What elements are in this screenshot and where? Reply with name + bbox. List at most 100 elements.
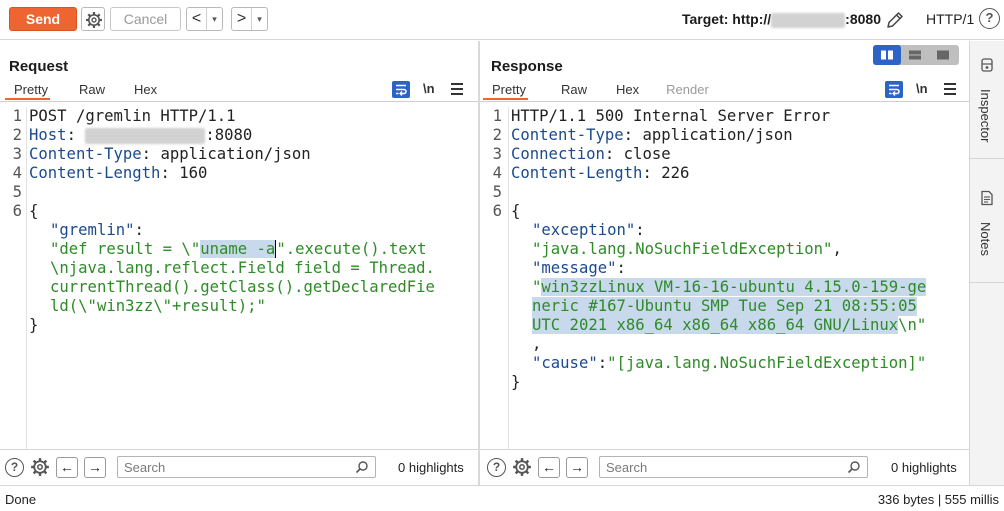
highlights-count: 0 highlights <box>398 460 464 475</box>
inspector-label: Inspector <box>978 89 993 143</box>
search-input[interactable] <box>600 457 867 477</box>
search-input[interactable] <box>118 457 375 477</box>
json-string: "[java.lang.NoSuchFieldException]" <box>607 354 927 372</box>
target-label: Target: http://:8080 <box>682 11 881 28</box>
cancel-button[interactable]: Cancel <box>110 7 181 31</box>
tab-render[interactable]: Render <box>666 81 709 100</box>
header-sep: : <box>141 145 161 163</box>
search-next-button[interactable]: → <box>566 457 588 478</box>
search-next-button[interactable]: → <box>84 457 106 478</box>
response-editor[interactable]: 1 2 3 4 5 6 HTTP/1.1 500 Internal Server… <box>480 107 969 449</box>
wrap-icon <box>396 84 407 96</box>
gear-icon[interactable] <box>30 457 50 477</box>
forward-history-dropdown[interactable]: ▾ <box>252 8 267 30</box>
line-number: 1 <box>12 107 22 125</box>
header-key: Content-Type <box>29 145 142 163</box>
selected-text: win3zzLinux VM-16-16-ubuntu 4.15.0-159-g… <box>541 278 927 296</box>
response-tabs: Pretty Raw Hex Render <box>480 81 709 100</box>
newline-toggle[interactable]: \n <box>423 81 435 96</box>
line-number: 1 <box>492 107 502 125</box>
selected-text: UTC 2021 x86_64 x86_64 x86_64 GNU/Linux <box>532 316 899 334</box>
json-key-line: "exception": <box>532 221 645 240</box>
menu-icon[interactable] <box>451 83 463 98</box>
header-connection: Connection: close <box>511 145 671 164</box>
tab-raw[interactable]: Raw <box>561 81 587 100</box>
json-string: ".execute().text <box>276 240 427 258</box>
json-key-line: "cause":"[java.lang.NoSuchFieldException… <box>532 354 926 373</box>
http-version[interactable]: HTTP/1 <box>926 11 974 27</box>
newline-toggle[interactable]: \n <box>916 81 928 96</box>
header-content-length: Content-Length: 160 <box>29 164 207 183</box>
search-previous-button[interactable]: ← <box>56 457 78 478</box>
settings-button[interactable] <box>81 7 105 31</box>
json-brace-close: } <box>511 373 521 391</box>
request-title: Request <box>9 58 69 75</box>
search-icon <box>355 461 368 474</box>
response-search-bar: ? ← → 0 highlights <box>480 449 969 485</box>
json-string: "java.lang.NoSuchFieldException" <box>532 240 833 258</box>
search-icon <box>847 461 860 474</box>
header-content-length: Content-Length: 226 <box>511 164 689 183</box>
json-key: "exception" <box>532 221 636 239</box>
tab-raw[interactable]: Raw <box>79 81 105 100</box>
notes-tab[interactable]: Notes <box>970 159 1004 283</box>
header-value: application/json <box>160 145 311 163</box>
layout-tabs-button[interactable] <box>929 45 957 65</box>
json-quote: " <box>532 278 542 296</box>
tab-hex[interactable]: Hex <box>134 81 157 100</box>
tab-hex[interactable]: Hex <box>616 81 639 100</box>
tab-pretty[interactable]: Pretty <box>5 81 50 100</box>
wrap-toggle-button[interactable] <box>885 81 903 98</box>
layout-stacked-button[interactable] <box>901 45 929 65</box>
wrap-toggle-button[interactable] <box>392 81 410 98</box>
forward-button[interactable]: > <box>232 8 252 30</box>
response-panel: Response Pretty Raw Hex Render \n 1 2 3 … <box>480 41 969 485</box>
header-sep: : <box>623 126 643 144</box>
json-value-line: \njava.lang.reflect.Field field = Thread… <box>50 259 435 277</box>
layout-side-by-side-button[interactable] <box>873 45 901 65</box>
json-colon: : <box>134 221 144 239</box>
request-editor[interactable]: 1 2 3 4 5 6 POST /gremlin HTTP/1.1 Host:… <box>0 107 478 449</box>
inspector-tab[interactable]: Inspector <box>970 41 1004 159</box>
line-number: 6 <box>492 202 502 220</box>
tabs-divider <box>0 101 478 102</box>
header-value: 160 <box>179 164 208 182</box>
gear-icon <box>86 12 102 28</box>
selected-text: neric #167-Ubuntu SMP Tue Sep 21 08:55:0… <box>532 297 917 316</box>
inspector-sidebar: Inspector Notes <box>969 41 1004 485</box>
help-icon[interactable]: ? <box>487 458 506 477</box>
line-number: 4 <box>492 164 502 182</box>
tab-pretty[interactable]: Pretty <box>483 81 528 100</box>
notes-label: Notes <box>978 222 993 256</box>
send-button[interactable]: Send <box>9 7 77 31</box>
search-previous-button[interactable]: ← <box>538 457 560 478</box>
back-history-dropdown[interactable]: ▾ <box>207 8 222 30</box>
inspector-icon <box>981 58 993 72</box>
header-key: Content-Length <box>29 164 161 182</box>
status-text: Done <box>5 492 37 507</box>
json-value-line: "def result = \"uname -a".execute().text <box>50 240 427 259</box>
request-panel: Request Pretty Raw Hex \n 1 2 3 4 5 6 PO… <box>0 41 478 485</box>
header-host: Host: :8080 <box>29 126 252 145</box>
menu-icon[interactable] <box>944 83 956 98</box>
json-comma: , <box>532 335 542 353</box>
pencil-icon[interactable] <box>884 9 906 31</box>
redacted-host <box>771 12 846 28</box>
help-icon[interactable]: ? <box>979 8 1000 29</box>
line-number: 4 <box>12 164 22 182</box>
line-number: 2 <box>12 126 22 144</box>
json-colon: : <box>635 221 645 239</box>
request-tabs: Pretty Raw Hex <box>0 81 157 100</box>
host-port: :8080 <box>205 126 253 144</box>
help-icon[interactable]: ? <box>5 458 24 477</box>
json-string: \n" <box>898 316 927 334</box>
gear-icon[interactable] <box>512 457 532 477</box>
line-number: 6 <box>12 202 22 220</box>
highlights-count: 0 highlights <box>891 460 957 475</box>
header-content-type: Content-Type: application/json <box>29 145 311 164</box>
single-view-icon <box>937 50 949 60</box>
target-prefix: Target: http:// <box>682 11 772 27</box>
json-brace-open: { <box>29 202 39 220</box>
json-colon: : <box>597 354 608 372</box>
back-button[interactable]: < <box>187 8 207 30</box>
